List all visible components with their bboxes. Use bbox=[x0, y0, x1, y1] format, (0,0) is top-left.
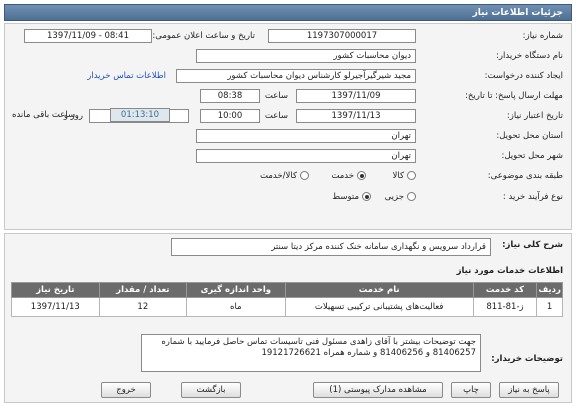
back-button[interactable]: بازگشت bbox=[181, 382, 241, 398]
cell-code: ز-81-811 bbox=[472, 297, 538, 317]
need-number-label: شماره نیاز: bbox=[522, 31, 563, 41]
page-title: جزئیات اطلاعات نیاز bbox=[4, 4, 572, 21]
exit-button[interactable]: خروج bbox=[101, 382, 151, 398]
need-info-panel: شماره نیاز: 1197307000017 تاریخ و ساعت ا… bbox=[4, 23, 572, 230]
need-details-panel: شرح کلی نیاز: قرارداد سرویس و نگهداری سا… bbox=[4, 233, 572, 403]
remaining-label: ساعت باقی مانده bbox=[12, 110, 76, 120]
summary-label: شرح کلی نیاز: bbox=[502, 240, 563, 250]
reply-button[interactable]: پاسخ به نیاز bbox=[499, 382, 559, 398]
category-option-goods[interactable]: کالا bbox=[393, 170, 416, 182]
province-field: تهران bbox=[196, 129, 416, 143]
category-label: طبقه بندی موضوعی: bbox=[487, 171, 563, 181]
buyer-contact-link[interactable]: اطلاعات تماس خریدار bbox=[87, 71, 166, 81]
col-date: تاریخ نیاز bbox=[11, 282, 100, 298]
remaining-time-box: 01:13:10 bbox=[110, 108, 170, 122]
city-label: شهر محل تحویل: bbox=[501, 151, 563, 161]
services-section-title: اطلاعات خدمات مورد نیاز bbox=[456, 266, 563, 276]
send-deadline-time: 08:38 bbox=[200, 89, 260, 103]
col-row: ردیف bbox=[536, 282, 563, 298]
category-option-goods-service[interactable]: کالا/خدمت bbox=[260, 170, 309, 182]
col-name: نام خدمت bbox=[284, 282, 474, 298]
creator-label: ایجاد کننده درخواست: bbox=[484, 71, 563, 81]
cell-qty: 12 bbox=[98, 297, 188, 317]
col-qty: تعداد / مقدار bbox=[98, 282, 188, 298]
table-row: 1 ز-81-811 فعالیت‌های پشتیبانی ترکیبی تس… bbox=[11, 297, 563, 317]
need-number-field: 1197307000017 bbox=[268, 29, 416, 43]
creator-field: مجید شیرگیرآجیرلو کارشناس دیوان محاسبات … bbox=[176, 69, 416, 83]
buyer-notes-field: جهت توضیحات بیشتر با آقای زاهدی مسئول فن… bbox=[141, 334, 481, 372]
print-button[interactable]: چاپ bbox=[451, 382, 491, 398]
col-code: کد خدمت bbox=[472, 282, 538, 298]
services-table-header: ردیف کد خدمت نام خدمت واحد اندازه گیری ت… bbox=[11, 282, 563, 298]
buyer-notes-label: توضیحات خریدار: bbox=[491, 354, 563, 364]
category-option-service[interactable]: خدمت bbox=[331, 170, 366, 182]
send-deadline-date: 1397/11/09 bbox=[296, 89, 416, 103]
process-label: نوع فرآیند خرید : bbox=[502, 192, 563, 202]
buyer-org-field: دیوان محاسبات کشور bbox=[196, 49, 416, 63]
col-unit: واحد اندازه گیری bbox=[186, 282, 286, 298]
send-deadline-time-label: ساعت bbox=[264, 91, 288, 101]
send-deadline-label: مهلت ارسال پاسخ: تا تاریخ: bbox=[465, 91, 563, 101]
services-table: ردیف کد خدمت نام خدمت واحد اندازه گیری ت… bbox=[11, 282, 563, 317]
summary-field: قرارداد سرویس و نگهداری سامانه خنک کننده… bbox=[171, 238, 491, 256]
validity-date: 1397/11/13 bbox=[296, 109, 416, 123]
city-field: تهران bbox=[196, 149, 416, 163]
radio-icon bbox=[407, 171, 416, 180]
radio-icon bbox=[300, 171, 309, 180]
radio-selected-icon bbox=[362, 192, 371, 201]
cell-name: فعالیت‌های پشتیبانی ترکیبی تسهیلات bbox=[284, 297, 474, 317]
process-option-medium[interactable]: متوسط bbox=[332, 191, 371, 203]
process-option-minor[interactable]: جزیی bbox=[385, 191, 416, 203]
attachments-button[interactable]: مشاهده مدارک پیوستی (1) bbox=[313, 382, 443, 398]
cell-unit: ماه bbox=[186, 297, 286, 317]
province-label: استان محل تحویل: bbox=[496, 131, 563, 141]
validity-time: 10:00 bbox=[200, 109, 260, 123]
radio-selected-icon bbox=[357, 171, 366, 180]
radio-icon bbox=[407, 192, 416, 201]
announce-label: تاریخ و ساعت اعلان عمومی: bbox=[152, 31, 255, 41]
cell-row: 1 bbox=[536, 297, 563, 317]
validity-time-label: ساعت bbox=[264, 111, 288, 121]
cell-date: 1397/11/13 bbox=[11, 297, 100, 317]
announce-field: 1397/11/09 - 08:41 bbox=[24, 29, 152, 43]
buyer-org-label: نام دستگاه خریدار: bbox=[496, 51, 563, 61]
validity-label: تاریخ اعتبار نیاز: bbox=[506, 111, 563, 121]
